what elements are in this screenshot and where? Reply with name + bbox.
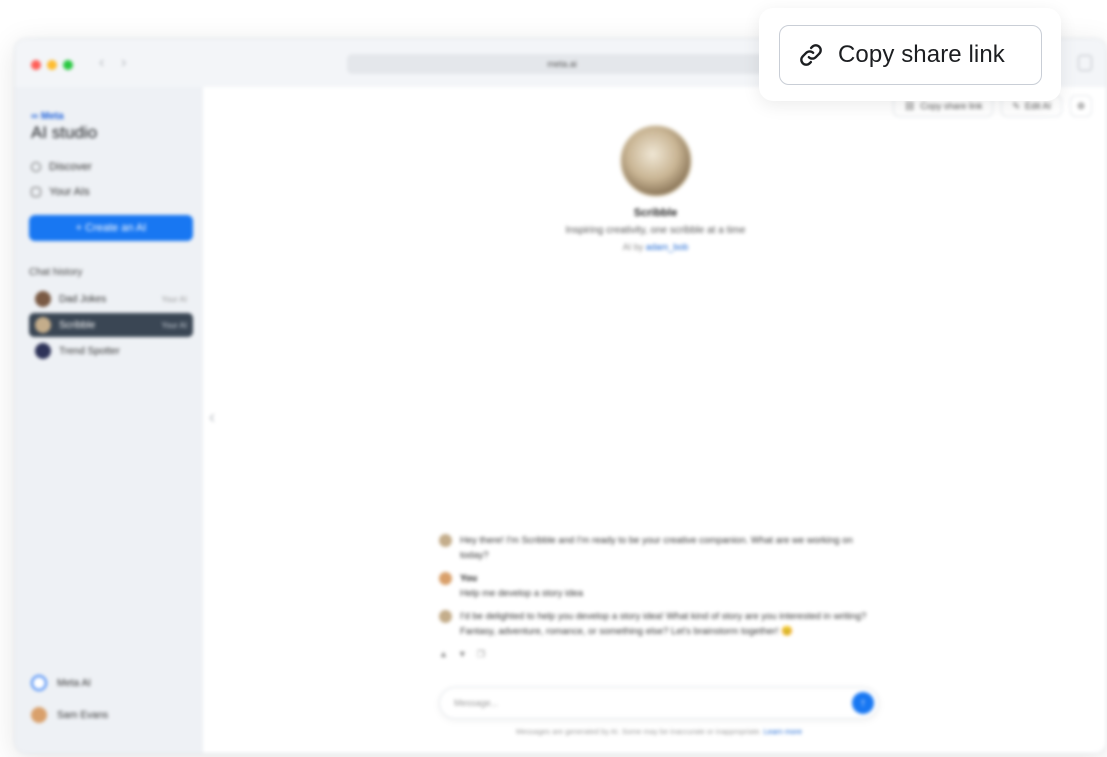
link-icon: ⛓ bbox=[903, 100, 916, 111]
message-sender: You bbox=[460, 573, 478, 584]
message-body: You Help me develop a story idea bbox=[460, 571, 583, 601]
meta-ai-icon bbox=[31, 675, 47, 691]
sidebar: ∞ Meta AI studio Discover Your AIs + Cre… bbox=[15, 87, 203, 753]
user-profile[interactable]: Sam Evans bbox=[31, 707, 108, 723]
message-text: Help me develop a story idea bbox=[460, 588, 584, 599]
disclaimer: Messages are generated by AI. Some may b… bbox=[439, 727, 879, 736]
settings-button[interactable]: ⚙ bbox=[1070, 95, 1092, 117]
compass-icon bbox=[31, 162, 41, 172]
gear-icon: ⚙ bbox=[1076, 100, 1086, 111]
sidebar-item-discover[interactable]: Discover bbox=[31, 161, 92, 173]
meta-logo: ∞ Meta bbox=[31, 111, 64, 122]
ai-byline: AI by adam_bob bbox=[203, 242, 1106, 252]
back-arrow-icon[interactable]: ‹ bbox=[99, 54, 104, 72]
message-input[interactable]: Message... bbox=[454, 698, 498, 708]
copy-icon[interactable]: ❐ bbox=[477, 647, 485, 662]
chat-item-name: Trend Spotter bbox=[59, 345, 120, 357]
meta-ai-menu[interactable]: Meta AI bbox=[31, 675, 91, 691]
chat-item-scribble[interactable]: Scribble Your AI bbox=[29, 313, 193, 337]
minimize-window-button[interactable] bbox=[47, 60, 57, 70]
chat-item-tag: Your AI bbox=[161, 294, 187, 304]
chat-item-trend-spotter[interactable]: Trend Spotter bbox=[29, 339, 193, 363]
close-window-button[interactable] bbox=[31, 60, 41, 70]
thumbs-up-icon[interactable]: ▲ bbox=[439, 647, 448, 662]
sidebar-item-label: Your AIs bbox=[49, 186, 90, 198]
learn-more-link[interactable]: Learn more bbox=[764, 727, 802, 736]
chat-item-tag: Your AI bbox=[161, 320, 187, 330]
avatar bbox=[35, 291, 51, 307]
avatar bbox=[35, 317, 51, 333]
message-composer[interactable]: Message... ↑ bbox=[439, 687, 879, 719]
user-name: Sam Evans bbox=[57, 709, 109, 721]
user-icon bbox=[31, 187, 41, 197]
pencil-icon: ✎ bbox=[1012, 100, 1020, 111]
chat-item-name: Dad Jokes bbox=[59, 293, 107, 305]
message-reactions: ▲ ▼ ❐ bbox=[439, 647, 879, 662]
thumbs-down-icon[interactable]: ▼ bbox=[458, 647, 467, 662]
share-link-callout: Copy share link bbox=[759, 8, 1061, 101]
byline-prefix: AI by bbox=[622, 242, 646, 252]
avatar bbox=[439, 610, 452, 623]
message-ai: Hey there! I'm Scribble and I'm ready to… bbox=[439, 533, 879, 563]
chat-history-label: Chat history bbox=[29, 267, 83, 278]
collapse-sidebar-icon[interactable]: ‹ bbox=[209, 407, 215, 428]
avatar bbox=[35, 343, 51, 359]
copy-icon[interactable] bbox=[1078, 55, 1092, 71]
stage: ‹ › meta.ai ∞ Meta AI studio Discover Yo… bbox=[0, 0, 1107, 757]
meta-ai-label: Meta AI bbox=[57, 677, 91, 689]
sidebar-item-your-ais[interactable]: Your AIs bbox=[31, 186, 90, 198]
chat-item-name: Scribble bbox=[59, 319, 96, 331]
ai-profile: Scribble Inspiring creativity, one scrib… bbox=[203, 125, 1106, 252]
disclaimer-text: Messages are generated by AI. Some may b… bbox=[515, 727, 762, 736]
edit-ai-label: Edit AI bbox=[1024, 101, 1051, 111]
send-button[interactable]: ↑ bbox=[852, 692, 874, 714]
app-window: ‹ › meta.ai ∞ Meta AI studio Discover Yo… bbox=[14, 38, 1107, 754]
creator-link[interactable]: adam_bob bbox=[646, 242, 689, 252]
ai-tagline: Inspiring creativity, one scribble at a … bbox=[565, 225, 746, 236]
message-text: I'd be delighted to help you develop a s… bbox=[460, 611, 867, 637]
message-text: Hey there! I'm Scribble and I'm ready to… bbox=[460, 535, 853, 561]
app-title: AI studio bbox=[31, 123, 98, 142]
copy-share-link-button[interactable]: Copy share link bbox=[779, 25, 1042, 85]
message-user: You Help me develop a story idea bbox=[439, 571, 879, 601]
ai-avatar bbox=[619, 125, 692, 197]
copy-share-link-label: Copy share link bbox=[838, 41, 1005, 68]
main-panel: ‹ ⛓ Copy share link ✎ Edit AI ⚙ Scribble… bbox=[203, 87, 1106, 753]
avatar bbox=[439, 572, 452, 585]
maximize-window-button[interactable] bbox=[63, 60, 73, 70]
chat-item-dad-jokes[interactable]: Dad Jokes Your AI bbox=[29, 287, 193, 311]
url-bar[interactable]: meta.ai bbox=[347, 54, 777, 74]
avatar bbox=[439, 534, 452, 547]
link-icon bbox=[800, 44, 822, 66]
ai-name: Scribble bbox=[633, 207, 678, 219]
message-list: Hey there! I'm Scribble and I'm ready to… bbox=[439, 533, 879, 662]
message-ai: I'd be delighted to help you develop a s… bbox=[439, 609, 879, 639]
sidebar-item-label: Discover bbox=[49, 161, 92, 173]
copy-share-link-label: Copy share link bbox=[920, 101, 983, 111]
create-ai-button[interactable]: + Create an AI bbox=[29, 215, 193, 241]
forward-arrow-icon[interactable]: › bbox=[121, 54, 126, 72]
avatar bbox=[31, 707, 47, 723]
